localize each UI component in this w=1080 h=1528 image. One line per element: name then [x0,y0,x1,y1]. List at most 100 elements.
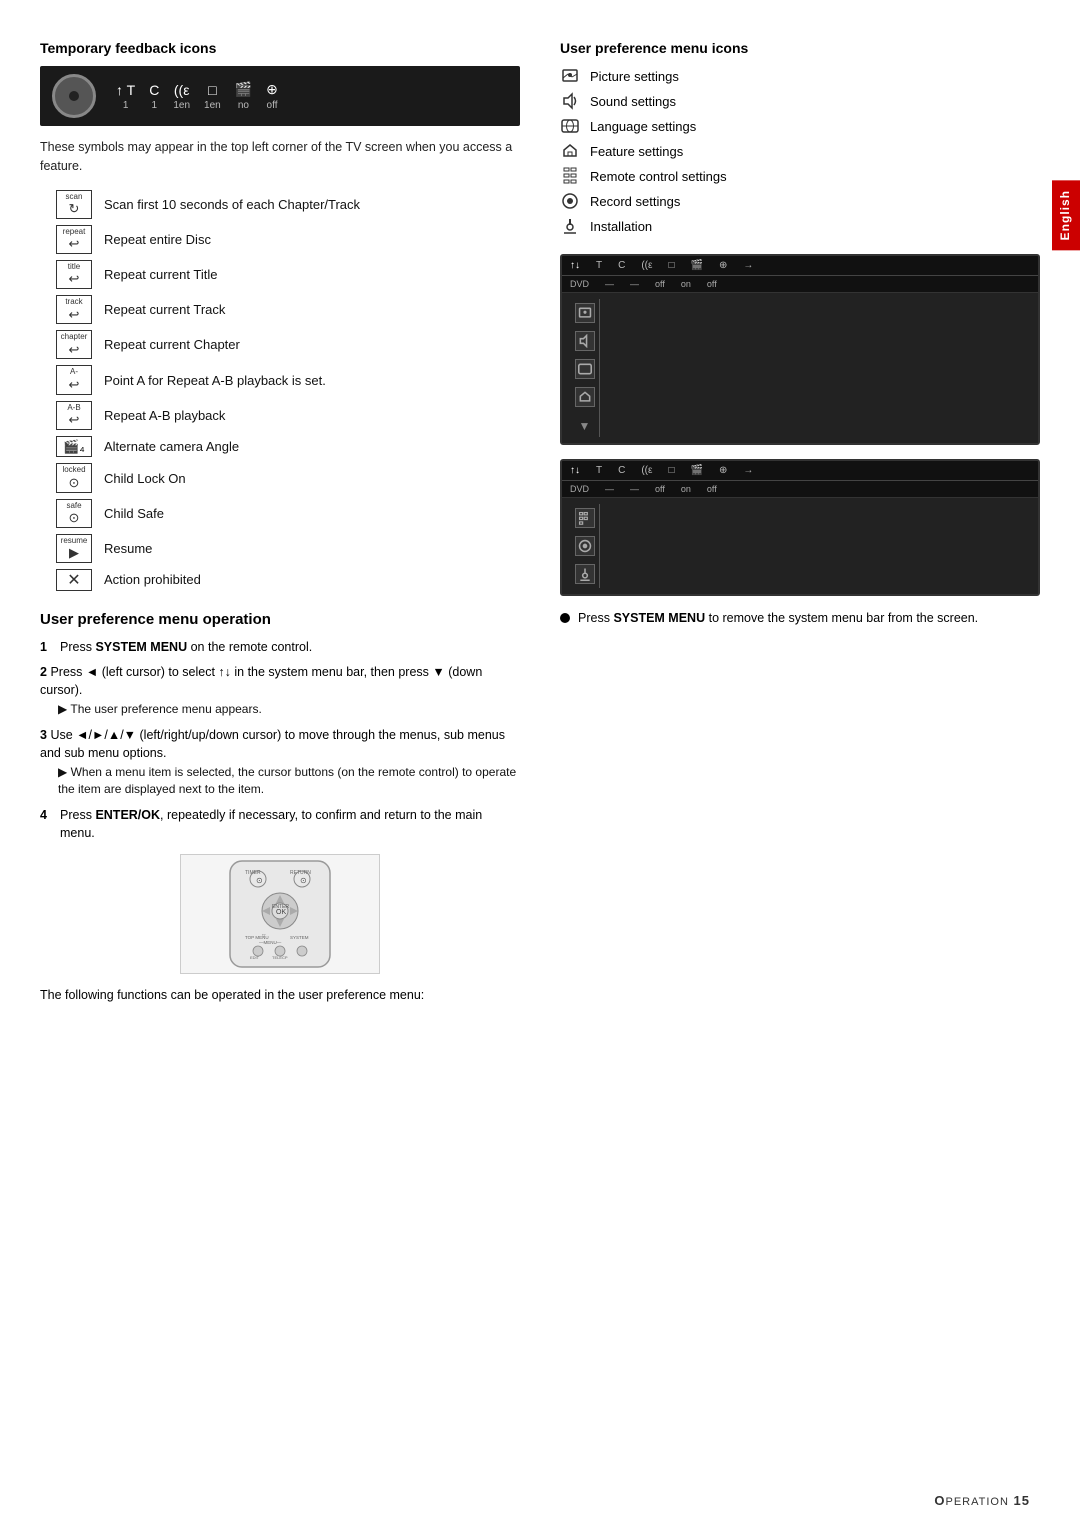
pref-icon-feature: Feature settings [560,141,1040,161]
repeat-chapter-icon-box: chapter ↩ [40,330,92,359]
repeat-title-desc: Repeat current Title [104,267,217,282]
tv-menu-feature [575,387,595,407]
icon-row-resume: resume ▶ Resume [40,534,520,563]
camera-desc: Alternate camera Angle [104,439,239,454]
language-tab: English [1052,180,1080,250]
pref-operation-list: 1 Press SYSTEM MENU on the remote contro… [40,638,520,842]
camera-icon-box: 🎬₄ [40,436,92,458]
ab-desc: Repeat A-B playback [104,408,225,423]
feedback-intro: These symbols may appear in the top left… [40,138,520,176]
resume-badge: resume ▶ [56,534,92,563]
icon-row-repeat-disc: repeat ↩ Repeat entire Disc [40,225,520,254]
a-point-desc: Point A for Repeat A-B playback is set. [104,373,326,388]
repeat-track-badge: track ↩ [56,295,92,324]
feedback-item-c: C 1 [149,82,159,111]
scan-icon-box: scan ↻ [40,190,92,219]
remote-svg: ⊙ ⊙ TIMER RETURN [190,859,370,969]
repeat-disc-badge: repeat ↩ [56,225,92,254]
tv-menu-picture [575,303,595,323]
following-text: The following functions can be operated … [40,986,520,1005]
remote-icon [560,166,580,186]
svg-text:⊙: ⊙ [300,876,307,885]
tv-menu-sound [575,331,595,351]
tv-menu-language [575,359,595,379]
tv1-dvd-label: DVD [570,279,589,289]
remote-image: ⊙ ⊙ TIMER RETURN [180,854,380,974]
prohibited-desc: Action prohibited [104,572,201,587]
child-lock-desc: Child Lock On [104,471,186,486]
prohibited-icon: ✕ [56,569,92,591]
pref-icon-picture: Picture settings [560,66,1040,86]
pref-icons-heading: User preference menu icons [560,40,1040,56]
sound-settings-label: Sound settings [590,94,676,109]
feature-icon [560,141,580,161]
svg-text:RETURN: RETURN [290,870,311,876]
svg-text:EDIT: EDIT [250,955,260,960]
repeat-title-badge: title ↩ [56,260,92,289]
repeat-disc-desc: Repeat entire Disc [104,232,211,247]
resume-icon-box: resume ▶ [40,534,92,563]
svg-text:⊙: ⊙ [256,876,263,885]
remote-settings-label: Remote control settings [590,169,727,184]
tv-topbar-2: ↑↓ T C ((ε □ 🎬 ⊕ → [562,461,1038,481]
resume-desc: Resume [104,541,152,556]
step-2: 2 Press ◄ (left cursor) to select ↑↓ in … [40,663,520,719]
installation-label: Installation [590,219,652,234]
pref-icon-language: Language settings [560,116,1040,136]
step-1: 1 Press SYSTEM MENU on the remote contro… [40,638,520,656]
picture-icon [560,66,580,86]
feedback-item-t: ↑ T 1 [116,82,135,111]
repeat-chapter-badge: chapter ↩ [56,330,92,359]
tv-sidebar-2 [570,504,600,588]
language-settings-label: Language settings [590,119,696,134]
pref-icon-sound: Sound settings [560,91,1040,111]
disc-icon [52,74,96,118]
svg-text:ENTER: ENTER [272,904,289,910]
pref-icon-record: Record settings [560,191,1040,211]
tv-topbar-1: ↑↓ T C ((ε □ 🎬 ⊕ → [562,256,1038,276]
install-icon [560,216,580,236]
camera-badge: 🎬₄ [56,436,92,458]
feedback-item-cam: 🎬 no [235,81,252,111]
icon-row-scan: scan ↻ Scan first 10 seconds of each Cha… [40,190,520,219]
feedback-item-sub: □ 1en [204,82,221,111]
icon-row-repeat-title: title ↩ Repeat current Title [40,260,520,289]
tv-sidebar-1: ▼ [570,299,600,437]
footer-label: OPERATION [934,1493,1009,1508]
icon-row-child-safe: safe ⊙ Child Safe [40,499,520,528]
repeat-chapter-desc: Repeat current Chapter [104,337,240,352]
feedback-heading: Temporary feedback icons [40,40,520,56]
icon-row-prohibited: ✕ Action prohibited [40,569,520,591]
tv2-dvd-label: DVD [570,484,589,494]
repeat-disc-icon-box: repeat ↩ [40,225,92,254]
tv-body-1: ▼ [562,293,1038,443]
press-info: Press SYSTEM MENU to remove the system m… [560,610,1040,628]
language-icon [560,116,580,136]
tv-down-arrow-1: ▼ [579,419,591,433]
bullet-icon [560,613,570,623]
picture-settings-label: Picture settings [590,69,679,84]
feedback-item-audio: ((ε 1en [173,82,190,111]
scan-desc: Scan first 10 seconds of each Chapter/Tr… [104,197,360,212]
pref-icon-remote: Remote control settings [560,166,1040,186]
repeat-title-icon-box: title ↩ [40,260,92,289]
feedback-bar: ↑ T 1 C 1 ((ε 1en □ 1en [40,66,520,126]
tv-menu-install [575,564,595,584]
icon-row-ab: A-B ↩ Repeat A-B playback [40,401,520,430]
a-point-badge: A- ↩ [56,365,92,394]
sound-icon [560,91,580,111]
pref-operation-heading: User preference menu operation [40,611,520,628]
feedback-item-zoom: ⊕ off [266,81,278,111]
feedback-items: ↑ T 1 C 1 ((ε 1en □ 1en [116,81,278,111]
svg-text:▽: ▽ [262,933,266,938]
prohibited-icon-box: ✕ [40,569,92,591]
record-settings-label: Record settings [590,194,680,209]
child-safe-icon-box: safe ⊙ [40,499,92,528]
step-3: 3 Use ◄/►/▲/▼ (left/right/up/down cursor… [40,726,520,799]
repeat-track-icon-box: track ↩ [40,295,92,324]
icon-row-child-lock: locked ⊙ Child Lock On [40,463,520,492]
ab-icon-box: A-B ↩ [40,401,92,430]
tv-body-2 [562,498,1038,594]
pref-icon-install: Installation [560,216,1040,236]
step-4: 4 Press ENTER/OK, repeatedly if necessar… [40,806,520,842]
